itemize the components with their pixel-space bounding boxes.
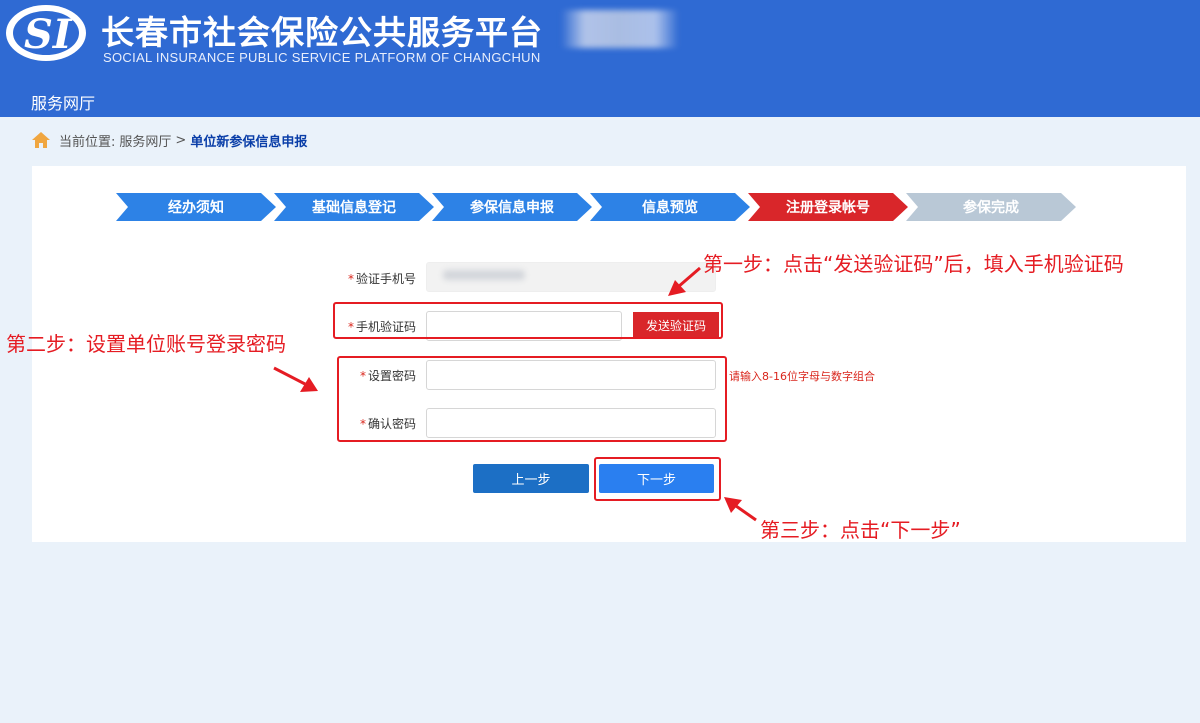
site-header: SI 长春市社会保险公共服务平台 SOCIAL INSURANCE PUBLIC… bbox=[0, 0, 1200, 117]
step-label: 注册登录帐号 bbox=[786, 200, 870, 216]
site-title: 长春市社会保险公共服务平台 bbox=[101, 13, 543, 52]
annotation-box-next bbox=[594, 457, 721, 501]
site-subtitle: SOCIAL INSURANCE PUBLIC SERVICE PLATFORM… bbox=[103, 50, 541, 65]
step-label: 参保完成 bbox=[963, 200, 1019, 216]
password-hint: 请输入8-16位字母与数字组合 bbox=[729, 370, 875, 383]
step-basic-info: 基础信息登记 bbox=[274, 193, 434, 221]
step-notice: 经办须知 bbox=[116, 193, 276, 221]
nav-service-hall[interactable]: 服务网厅 bbox=[31, 90, 95, 114]
annotation-step2: 第二步：设置单位账号登录密码 bbox=[6, 332, 286, 356]
breadcrumb: 当前位置: 服务网厅 > 单位新参保信息申报 bbox=[31, 129, 307, 151]
breadcrumb-current: 单位新参保信息申报 bbox=[190, 134, 308, 150]
logo-text: SI bbox=[24, 11, 73, 58]
annotation-step3: 第三步：点击“下一步” bbox=[760, 518, 961, 542]
step-label: 经办须知 bbox=[168, 200, 224, 216]
step-complete: 参保完成 bbox=[906, 193, 1076, 221]
step-label: 参保信息申报 bbox=[470, 200, 554, 216]
step-preview: 信息预览 bbox=[590, 193, 750, 221]
breadcrumb-prefix: 当前位置: bbox=[59, 134, 116, 150]
breadcrumb-parent[interactable]: 服务网厅 bbox=[119, 131, 171, 150]
home-icon bbox=[32, 132, 50, 148]
step-register-account: 注册登录帐号 bbox=[748, 193, 908, 221]
annotation-box-password bbox=[337, 356, 727, 442]
annotation-box-sms bbox=[333, 302, 723, 339]
prev-step-button[interactable]: 上一步 bbox=[473, 464, 589, 493]
step-insurance-report: 参保信息申报 bbox=[432, 193, 592, 221]
phone-label: * 验证手机号 bbox=[347, 272, 416, 286]
step-label: 基础信息登记 bbox=[312, 200, 396, 216]
annotation-step1: 第一步：点击“发送验证码”后，填入手机验证码 bbox=[703, 252, 1124, 276]
step-label: 信息预览 bbox=[642, 200, 698, 216]
masked-phone-number bbox=[443, 270, 525, 280]
blurred-region bbox=[561, 10, 679, 48]
social-insurance-logo-icon: SI bbox=[6, 5, 86, 61]
breadcrumb-separator: > bbox=[175, 132, 187, 148]
